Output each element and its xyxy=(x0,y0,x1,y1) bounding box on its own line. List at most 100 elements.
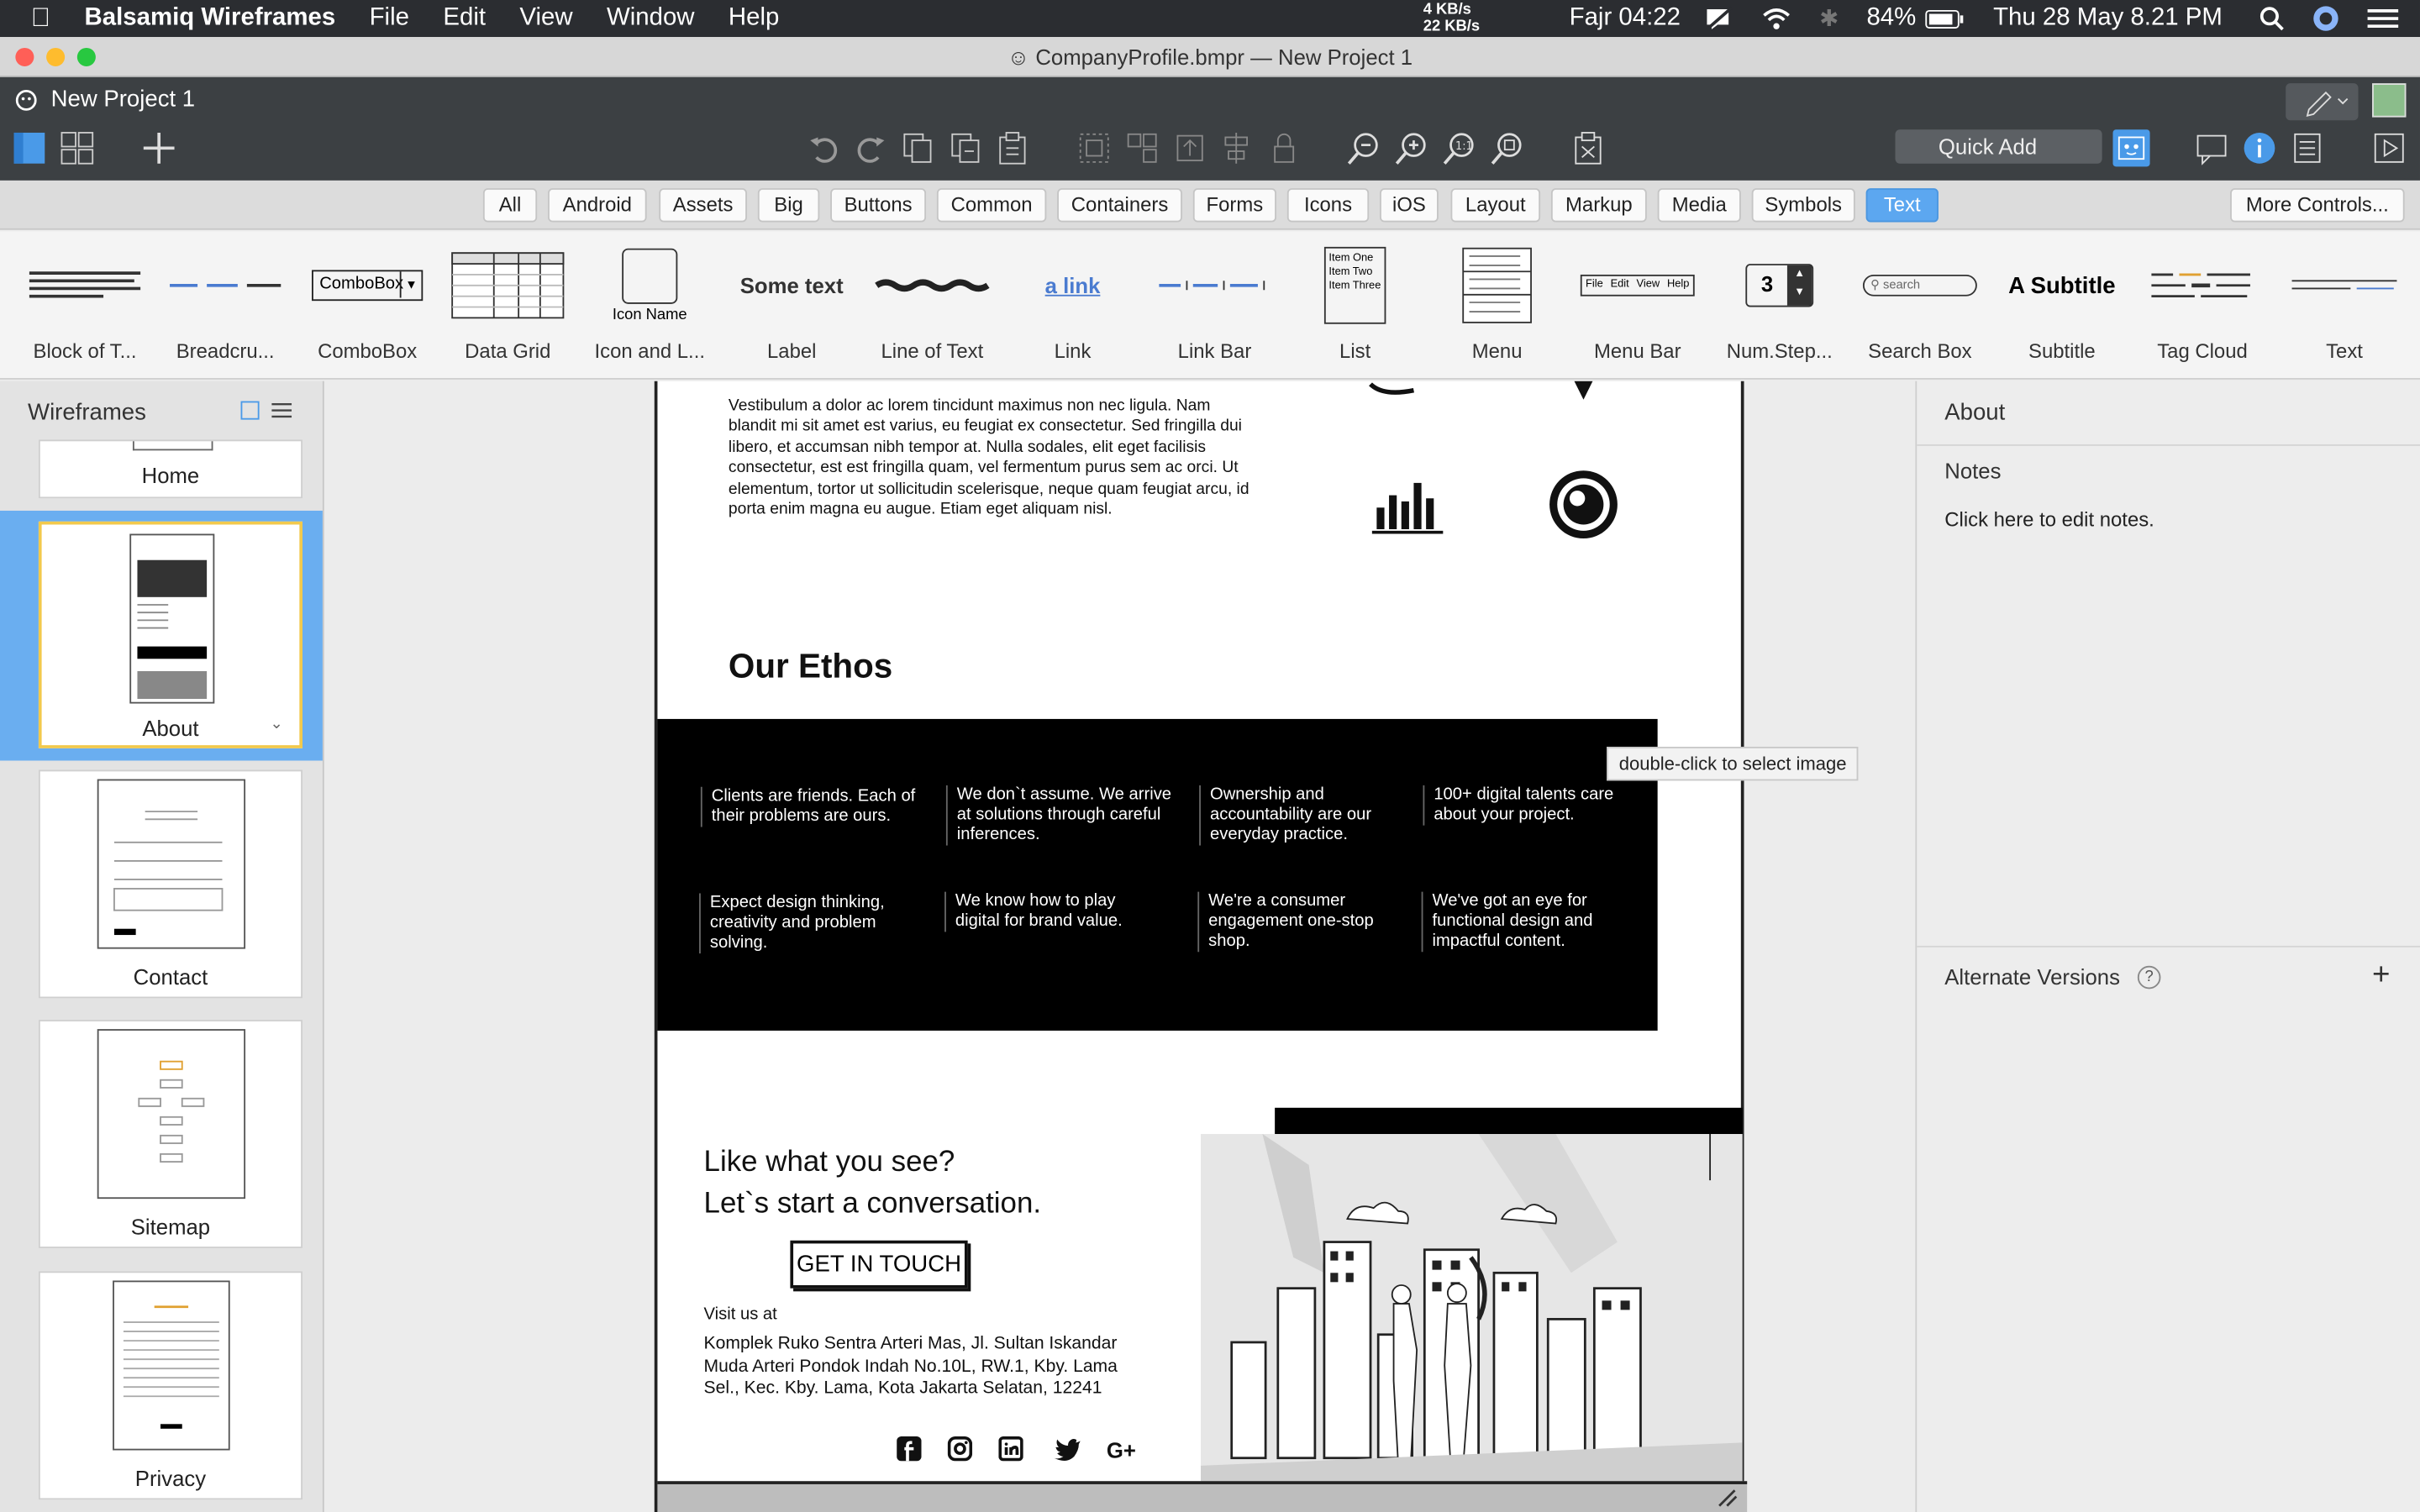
resize-handle-icon[interactable] xyxy=(1716,1488,1738,1507)
zoom-window-button[interactable] xyxy=(76,47,96,66)
google-plus-icon[interactable]: G+ xyxy=(1107,1438,1136,1462)
delete-icon[interactable] xyxy=(1570,129,1607,166)
app-name[interactable]: Balsamiq Wireframes xyxy=(85,5,336,33)
menu-view[interactable]: View xyxy=(519,5,572,33)
comments-icon[interactable] xyxy=(2193,129,2230,166)
network-monitor[interactable]: 4 KB/s 22 KB/s xyxy=(1423,2,1507,35)
lib-combobox[interactable]: ComboBox ▼ ComboBox xyxy=(297,232,436,380)
filter-text[interactable]: Text xyxy=(1865,188,1939,223)
undo-icon[interactable] xyxy=(806,129,843,166)
lib-label-control[interactable]: Some text Label xyxy=(723,232,861,380)
wifi-icon[interactable] xyxy=(1760,7,1791,30)
list-view-icon[interactable] xyxy=(271,402,292,420)
sidebar-page-home[interactable]: Home xyxy=(38,439,302,499)
lib-numeric-stepper[interactable]: 3 ▲ ▼ Num.Step... xyxy=(1710,232,1849,380)
visit-label[interactable]: Visit us at xyxy=(704,1305,777,1324)
intro-paragraph[interactable]: Vestibulum a dolor ac lorem tincidunt ma… xyxy=(729,396,1253,521)
spotlight-icon[interactable] xyxy=(2260,6,2284,31)
menu-edit[interactable]: Edit xyxy=(443,5,486,33)
bring-front-icon[interactable] xyxy=(1171,129,1208,166)
get-in-touch-button[interactable]: GET IN TOUCH xyxy=(790,1240,968,1289)
add-wireframe-icon[interactable] xyxy=(140,129,177,166)
filter-buttons[interactable]: Buttons xyxy=(830,188,927,223)
cta-line-2[interactable]: Let`s start a conversation. xyxy=(704,1188,1042,1221)
sidebar-page-privacy[interactable]: Privacy xyxy=(38,1271,302,1500)
battery-icon[interactable] xyxy=(1925,8,1965,29)
city-illustration-image[interactable] xyxy=(1200,1133,1743,1483)
zoom-fit-icon[interactable] xyxy=(1489,129,1526,166)
filter-layout[interactable]: Layout xyxy=(1450,188,1541,223)
lib-subtitle[interactable]: A Subtitle Subtitle xyxy=(1992,232,2131,380)
chevron-down-icon[interactable]: ⌄ xyxy=(270,716,282,732)
lib-link[interactable]: a link Link xyxy=(1003,232,1142,380)
info-icon[interactable] xyxy=(2241,129,2278,166)
lib-block-of-text[interactable]: Block of T... xyxy=(15,232,154,380)
lib-icon-and-label[interactable]: Icon Name Icon and L... xyxy=(581,232,719,380)
quick-add-input[interactable]: Quick Add xyxy=(1895,129,2102,164)
zoom-in-icon[interactable] xyxy=(1394,129,1431,166)
lib-menu[interactable]: Menu xyxy=(1428,232,1566,380)
outline-icon[interactable] xyxy=(2289,129,2326,166)
filter-media[interactable]: Media xyxy=(1657,188,1741,223)
lock-icon[interactable] xyxy=(1265,129,1302,166)
filter-common[interactable]: Common xyxy=(936,188,1047,223)
paste-icon[interactable] xyxy=(994,129,1031,166)
filter-symbols[interactable]: Symbols xyxy=(1751,188,1855,223)
notification-icon[interactable] xyxy=(1705,6,1733,31)
presentation-mode-icon[interactable] xyxy=(2370,129,2407,166)
edit-mode-toggle[interactable] xyxy=(2286,83,2359,121)
wireframe-page[interactable]: Vestibulum a dolor ac lorem tincidunt ma… xyxy=(654,381,1748,1512)
assets-icon[interactable] xyxy=(2112,129,2150,167)
lib-text[interactable]: Text xyxy=(2275,232,2413,380)
prayer-time[interactable]: Fajr 04:22 xyxy=(1570,5,1681,33)
grid-view-icon[interactable] xyxy=(59,129,96,166)
ethos-heading[interactable]: Our Ethos xyxy=(729,647,892,687)
linkedin-icon[interactable] xyxy=(998,1436,1023,1462)
duplicate-icon[interactable] xyxy=(948,129,985,166)
zoom-out-icon[interactable] xyxy=(1346,129,1383,166)
actual-size-icon[interactable]: 1:1 xyxy=(1442,129,1479,166)
filter-android[interactable]: Android xyxy=(548,188,647,223)
lib-menu-bar[interactable]: File Edit View Help Menu Bar xyxy=(1568,232,1707,380)
notes-placeholder[interactable]: Click here to edit notes. xyxy=(1944,507,2154,531)
filter-containers[interactable]: Containers xyxy=(1057,188,1182,223)
ungroup-icon[interactable] xyxy=(1123,129,1160,166)
filter-forms[interactable]: Forms xyxy=(1192,188,1276,223)
lib-data-grid[interactable]: Data Grid xyxy=(439,232,577,380)
thumbnail-view-icon[interactable] xyxy=(240,401,260,420)
sidebar-page-about[interactable]: About ⌄ xyxy=(38,521,302,748)
ethos-block[interactable]: Clients are friends. Each of their probl… xyxy=(657,718,1658,1031)
group-icon[interactable] xyxy=(1076,129,1113,166)
user-avatar[interactable] xyxy=(2372,83,2407,118)
lib-tag-cloud[interactable]: Tag Cloud xyxy=(2133,232,2271,380)
twitter-icon[interactable] xyxy=(1054,1438,1081,1462)
close-window-button[interactable] xyxy=(15,47,34,66)
bluetooth-icon[interactable]: ✱ xyxy=(1819,5,1839,33)
target-icon[interactable] xyxy=(1546,468,1620,542)
single-view-icon[interactable] xyxy=(11,129,48,166)
instagram-icon[interactable] xyxy=(947,1436,973,1462)
hand-icon[interactable] xyxy=(1367,381,1444,400)
facebook-icon[interactable] xyxy=(897,1436,922,1462)
control-center-icon[interactable] xyxy=(2367,8,2399,29)
filter-icons[interactable]: Icons xyxy=(1286,188,1370,223)
apple-icon[interactable]:  xyxy=(31,3,50,34)
filter-big[interactable]: Big xyxy=(757,188,820,223)
siri-icon[interactable] xyxy=(2312,5,2339,33)
lib-breadcrumbs[interactable]: Breadcru... xyxy=(156,232,295,380)
sidebar-page-contact[interactable]: Contact xyxy=(38,769,302,999)
lib-list[interactable]: Item One Item Two Item Three List xyxy=(1286,232,1424,380)
more-controls-button[interactable]: More Controls... xyxy=(2230,188,2405,223)
menu-help[interactable]: Help xyxy=(729,5,779,33)
add-version-icon[interactable]: + xyxy=(2372,958,2390,994)
menu-file[interactable]: File xyxy=(370,5,409,33)
minimize-window-button[interactable] xyxy=(46,47,66,66)
cta-line-1[interactable]: Like what you see? xyxy=(704,1147,955,1180)
bar-chart-icon[interactable] xyxy=(1370,477,1444,536)
filter-markup[interactable]: Markup xyxy=(1550,188,1647,223)
bulb-icon[interactable] xyxy=(1568,381,1599,400)
battery-percent[interactable]: 84% xyxy=(1866,5,1916,33)
project-name[interactable]: New Project 1 xyxy=(51,87,196,113)
address-text[interactable]: Komplek Ruko Sentra Arteri Mas, Jl. Sult… xyxy=(704,1333,1155,1400)
align-icon[interactable] xyxy=(1218,129,1255,166)
